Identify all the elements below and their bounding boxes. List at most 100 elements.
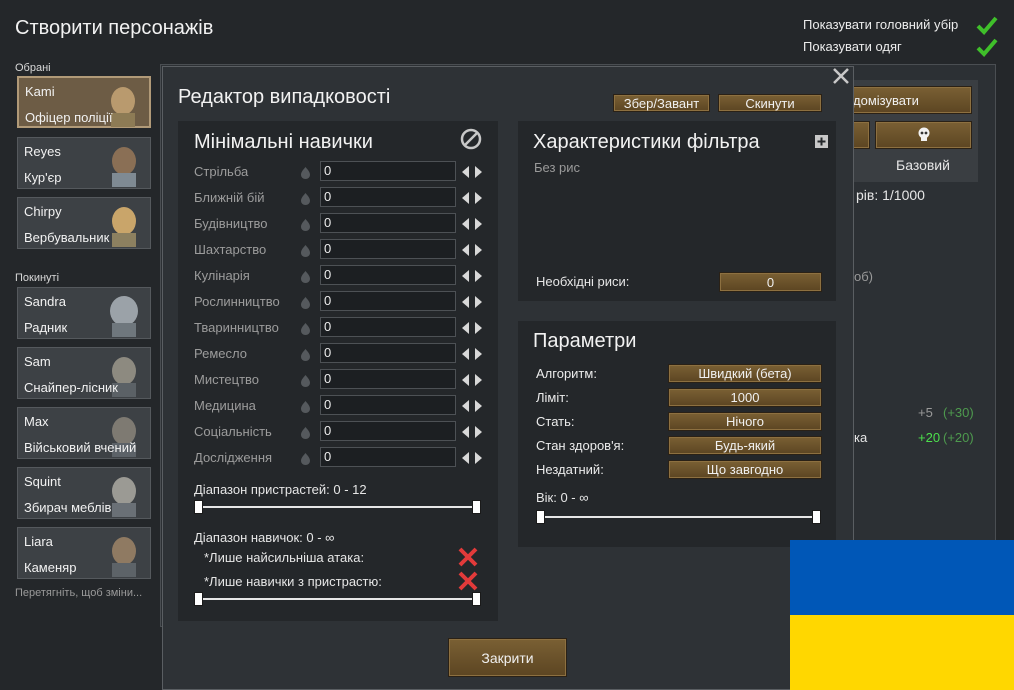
required-traits-value[interactable]: 0 (719, 272, 822, 292)
slider-handle[interactable] (472, 592, 481, 606)
pawn-name: Max (24, 414, 49, 429)
check-icon[interactable] (976, 14, 998, 36)
skill-min-input[interactable]: 0 (320, 421, 456, 441)
pawn-card[interactable]: Sandra Радник (17, 287, 151, 339)
pawn-name: Kami (25, 84, 55, 99)
age-slider[interactable] (540, 516, 820, 518)
pawn-role: Снайпер-лісник (24, 380, 118, 395)
stepper-arrows-icon[interactable] (461, 243, 483, 257)
pawn-card[interactable]: Squint Збирач меблів (17, 467, 151, 519)
slider-handle[interactable] (536, 510, 545, 524)
slider-handle[interactable] (812, 510, 821, 524)
stat-value: +20 (918, 430, 941, 445)
stepper-arrows-icon[interactable] (461, 321, 483, 335)
slider-handle[interactable] (194, 500, 203, 514)
pawn-name: Sandra (24, 294, 66, 309)
limit-input[interactable]: 1000 (668, 388, 822, 407)
pawn-card[interactable]: Max Військовий вчений (17, 407, 151, 459)
passion-flame-icon[interactable] (301, 401, 310, 413)
show-headgear-label[interactable]: Показувати головний убір (803, 17, 958, 32)
pawn-card[interactable]: Sam Снайпер-лісник (17, 347, 151, 399)
skill-range-slider[interactable] (198, 598, 480, 600)
skill-min-input[interactable]: 0 (320, 239, 456, 259)
show-clothing-label[interactable]: Показувати одяг (803, 39, 902, 54)
pawn-portrait-icon (110, 296, 138, 337)
cross-icon[interactable] (458, 571, 478, 591)
reset-button[interactable]: Скинути (718, 94, 822, 112)
stepper-arrows-icon[interactable] (461, 347, 483, 361)
passion-flame-icon[interactable] (301, 219, 310, 231)
skill-min-input[interactable]: 0 (320, 161, 456, 181)
check-icon[interactable] (976, 36, 998, 58)
skill-label: Тваринництво (194, 320, 279, 335)
skill-label: Мистецтво (194, 372, 260, 387)
drag-hint: Перетягніть, щоб зміни... (15, 587, 143, 599)
passion-flame-icon[interactable] (301, 297, 310, 309)
stepper-arrows-icon[interactable] (461, 217, 483, 231)
pawn-card[interactable]: Liara Каменяр (17, 527, 151, 579)
add-icon[interactable] (815, 135, 828, 148)
passion-flame-icon[interactable] (301, 427, 310, 439)
gender-label: Стать: (536, 414, 575, 429)
clear-icon[interactable] (460, 128, 482, 150)
skill-min-input[interactable]: 0 (320, 265, 456, 285)
cross-icon[interactable] (458, 547, 478, 567)
stepper-arrows-icon[interactable] (461, 373, 483, 387)
stepper-arrows-icon[interactable] (461, 269, 483, 283)
no-traits-label: Без рис (534, 160, 581, 175)
passion-flame-icon[interactable] (301, 167, 310, 179)
algorithm-label: Алгоритм: (536, 366, 597, 381)
passion-range-slider[interactable] (198, 506, 480, 508)
traits-title: Характеристики фільтра (533, 131, 760, 153)
pawn-card[interactable]: Kami Офіцер поліції (17, 76, 151, 128)
passion-flame-icon[interactable] (301, 375, 310, 387)
stepper-arrows-icon[interactable] (461, 451, 483, 465)
skill-min-input[interactable]: 0 (320, 369, 456, 389)
passion-flame-icon[interactable] (301, 271, 310, 283)
slider-handle[interactable] (472, 500, 481, 514)
pawn-role: Військовий вчений (24, 440, 137, 455)
pawn-role: Кур'єр (24, 170, 62, 185)
pawn-card[interactable]: Chirpy Вербувальник (17, 197, 151, 249)
algorithm-select[interactable]: Швидкий (бета) (668, 364, 822, 383)
passion-flame-icon[interactable] (301, 323, 310, 335)
skill-min-input[interactable]: 0 (320, 291, 456, 311)
skill-min-input[interactable]: 0 (320, 447, 456, 467)
left-pawns-label: Покинуті (15, 272, 60, 284)
incapable-label: Нездатний: (536, 462, 604, 477)
passion-flame-icon[interactable] (301, 193, 310, 205)
health-select[interactable]: Будь-який (668, 436, 822, 455)
stepper-arrows-icon[interactable] (461, 425, 483, 439)
pawn-card[interactable]: Reyes Кур'єр (17, 137, 151, 189)
page-title: Створити персонажів (15, 17, 214, 39)
basic-button[interactable] (875, 121, 972, 149)
pawn-name: Liara (24, 534, 53, 549)
close-icon[interactable] (832, 67, 850, 85)
save-load-button[interactable]: Збер/Завант (613, 94, 710, 112)
skill-min-input[interactable]: 0 (320, 317, 456, 337)
stepper-arrows-icon[interactable] (461, 295, 483, 309)
pawn-name: Reyes (24, 144, 61, 159)
slider-handle[interactable] (194, 592, 203, 606)
close-button[interactable]: Закрити (448, 638, 567, 677)
randomize-button[interactable]: домізувати (850, 86, 972, 114)
skill-min-input[interactable]: 0 (320, 343, 456, 363)
stat-bonus: (+30) (943, 405, 974, 420)
skill-min-input[interactable]: 0 (320, 187, 456, 207)
stepper-arrows-icon[interactable] (461, 191, 483, 205)
skill-label: Ремесло (194, 346, 247, 361)
skill-min-input[interactable]: 0 (320, 395, 456, 415)
skill-min-input[interactable]: 0 (320, 213, 456, 233)
passion-flame-icon[interactable] (301, 245, 310, 257)
passion-flame-icon[interactable] (301, 453, 310, 465)
gender-select[interactable]: Нічого (668, 412, 822, 431)
pawn-counter: рів: 1/1000 (856, 187, 925, 203)
pawn-role: Каменяр (24, 560, 77, 575)
dialog-title: Редактор випадковості (178, 86, 391, 108)
passion-flame-icon[interactable] (301, 349, 310, 361)
pawn-portrait-icon (112, 147, 136, 187)
stepper-arrows-icon[interactable] (461, 399, 483, 413)
stepper-arrows-icon[interactable] (461, 165, 483, 179)
skill-label: Стрільба (194, 164, 249, 179)
incapable-select[interactable]: Що завгодно (668, 460, 822, 479)
